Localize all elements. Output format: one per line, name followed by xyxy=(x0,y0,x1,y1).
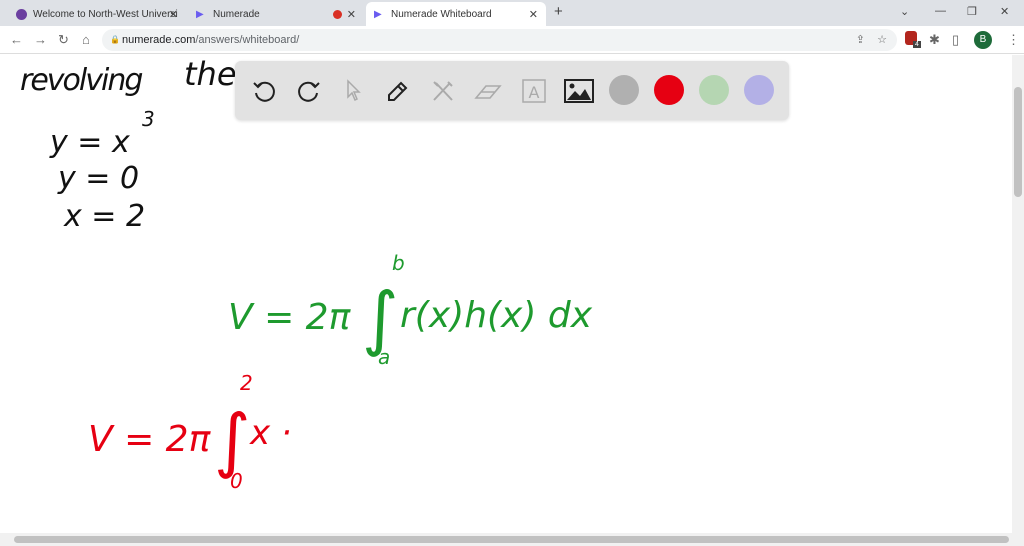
address-bar[interactable]: 🔒 numerade.com/answers/whiteboard/ ⇪ ☆ xyxy=(102,29,897,51)
profile-avatar[interactable]: B xyxy=(974,31,992,49)
note-revolving: revolving xyxy=(20,63,143,98)
university-icon xyxy=(16,8,27,20)
work-lower-limit: 0 xyxy=(230,469,243,493)
menu-icon[interactable]: ⋮ xyxy=(1007,32,1020,48)
numerade-icon: ▶ xyxy=(374,8,382,20)
note-exponent: 3 xyxy=(142,107,155,131)
extension-badge: 4 xyxy=(913,41,921,48)
horizontal-scroll-thumb[interactable] xyxy=(14,536,1009,543)
note-x-equals-2: x = 2 xyxy=(64,199,146,234)
forward-button[interactable]: → xyxy=(34,32,47,47)
lock-icon: 🔒 xyxy=(110,35,120,44)
browser-toolbar: ← → ↻ ⌂ 🔒 numerade.com/answers/whiteboar… xyxy=(0,26,1024,54)
whiteboard-canvas[interactable]: revolving the y = x 3 y = 0 x = 2 V = 2π… xyxy=(0,55,1012,533)
shapes-icon[interactable] xyxy=(428,76,458,106)
vertical-scroll-thumb[interactable] xyxy=(1014,87,1022,197)
close-tab-icon[interactable]: ✕ xyxy=(529,8,538,21)
color-red-swatch[interactable] xyxy=(654,75,684,105)
formula-lower-limit: a xyxy=(378,345,391,369)
new-tab-button[interactable]: + xyxy=(554,3,563,20)
tab-numerade-whiteboard[interactable]: ▶ Numerade Whiteboard ✕ xyxy=(366,2,546,26)
select-icon[interactable] xyxy=(339,76,369,106)
note-y-equals-0: y = 0 xyxy=(58,161,140,196)
tab-strip: Welcome to North-West Universi ✕ ▶ Numer… xyxy=(0,0,1024,26)
image-icon[interactable] xyxy=(564,76,594,106)
text-icon[interactable]: A xyxy=(519,76,549,106)
tab-search-icon[interactable]: ⌄ xyxy=(900,5,909,18)
note-the: the xyxy=(184,55,237,93)
eraser-icon[interactable] xyxy=(473,76,503,106)
color-green-swatch[interactable] xyxy=(699,75,729,105)
color-gray-swatch[interactable] xyxy=(609,75,639,105)
close-tab-icon[interactable]: ✕ xyxy=(169,8,178,21)
reload-button[interactable]: ↻ xyxy=(58,32,69,48)
work-lhs: V = 2π xyxy=(88,419,211,460)
share-icon[interactable]: ⇪ xyxy=(856,29,865,51)
formula-upper-limit: b xyxy=(392,251,405,275)
back-button[interactable]: ← xyxy=(10,32,23,47)
home-button[interactable]: ⌂ xyxy=(82,32,90,47)
formula-body: r(x)h(x) dx xyxy=(400,295,593,336)
close-window-button[interactable]: ✕ xyxy=(1000,5,1009,18)
vertical-scrollbar[interactable] xyxy=(1012,55,1024,533)
color-purple-swatch[interactable] xyxy=(744,75,774,105)
work-body: x · xyxy=(250,413,292,453)
numerade-icon: ▶ xyxy=(196,8,204,20)
tab-north-west[interactable]: Welcome to North-West Universi ✕ xyxy=(8,2,186,26)
close-tab-icon[interactable]: ✕ xyxy=(347,8,356,21)
note-y-equals-x-cubed: y = x xyxy=(50,125,130,160)
recording-icon xyxy=(333,9,342,19)
restore-button[interactable]: ❐ xyxy=(967,5,977,18)
horizontal-scrollbar[interactable] xyxy=(0,533,1024,546)
bookmark-star-icon[interactable]: ☆ xyxy=(877,29,887,51)
redo-icon[interactable] xyxy=(294,76,324,106)
svg-text:A: A xyxy=(529,83,540,102)
formula-lhs: V = 2π xyxy=(228,297,351,338)
pen-icon[interactable] xyxy=(383,76,413,106)
undo-icon[interactable] xyxy=(249,76,279,106)
extensions-puzzle-icon[interactable]: ✱ xyxy=(929,32,940,48)
whiteboard-toolbar: A xyxy=(235,61,789,120)
minimize-button[interactable]: — xyxy=(935,5,946,17)
side-panel-icon[interactable]: ▯ xyxy=(952,32,959,48)
tab-numerade[interactable]: ▶ Numerade ✕ xyxy=(188,2,364,26)
work-upper-limit: 2 xyxy=(240,371,253,395)
